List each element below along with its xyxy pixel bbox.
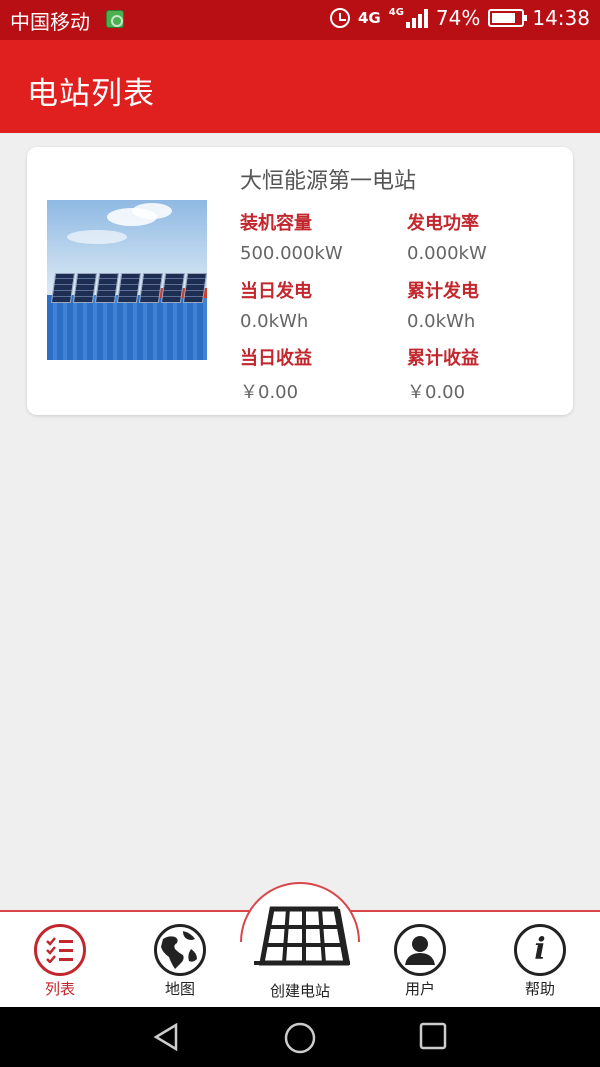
info-icon: i xyxy=(514,924,566,976)
power-label: 发电功率 xyxy=(407,213,479,234)
installed-capacity-label: 装机容量 xyxy=(240,213,312,234)
nav-help[interactable]: i 帮助 xyxy=(500,924,580,999)
nav-user-label: 用户 xyxy=(404,980,435,998)
system-nav-bar xyxy=(0,1007,600,1067)
back-icon[interactable] xyxy=(150,1021,182,1053)
battery-icon xyxy=(488,9,528,27)
app-bar: 电站列表 xyxy=(0,40,600,133)
station-thumbnail xyxy=(47,200,207,360)
page-title: 电站列表 xyxy=(27,76,155,112)
nav-help-label: 帮助 xyxy=(524,980,555,998)
daily-generation-label: 当日发电 xyxy=(240,281,312,302)
network-type-small: 4G xyxy=(388,7,404,18)
total-generation-value: 0.0kWh xyxy=(407,311,476,332)
nav-user[interactable]: 用户 xyxy=(380,924,460,999)
solar-panel-icon xyxy=(254,906,350,966)
clock: 14:38 xyxy=(532,6,590,30)
status-indicators: 4G 4G 74% 14:38 xyxy=(329,6,590,30)
total-generation-label: 累计发电 xyxy=(407,281,479,302)
signal-icon: 4G xyxy=(389,8,428,28)
nav-create-station[interactable]: 创建电站 xyxy=(240,905,360,1000)
nav-map[interactable]: 地图 xyxy=(140,924,220,999)
total-income-value: ￥0.00 xyxy=(407,382,466,403)
daily-generation-value: 0.0kWh xyxy=(240,311,309,332)
nav-create-station-label: 创建电站 xyxy=(269,982,330,1000)
notification-app-icon xyxy=(106,10,124,28)
total-income-label: 累计收益 xyxy=(407,348,479,369)
battery-percent: 74% xyxy=(435,6,481,30)
status-bar: 中国移动 4G 4G 74% 14:38 xyxy=(0,0,600,40)
station-card[interactable]: 大恒能源第一电站 装机容量 发电功率 500.000kW 0.000kW 当日发… xyxy=(27,147,573,415)
nav-map-label: 地图 xyxy=(164,980,195,998)
installed-capacity-value: 500.000kW xyxy=(240,243,343,264)
home-icon[interactable] xyxy=(283,1021,317,1055)
network-type: 4G xyxy=(357,8,381,27)
power-value: 0.000kW xyxy=(407,243,487,264)
recent-apps-icon[interactable] xyxy=(418,1021,448,1051)
user-icon xyxy=(394,924,446,976)
alarm-icon xyxy=(329,8,350,28)
station-name: 大恒能源第一电站 xyxy=(240,169,417,194)
carrier-name: 中国移动 xyxy=(10,10,90,34)
daily-income-label: 当日收益 xyxy=(240,348,312,369)
daily-income-value: ￥0.00 xyxy=(240,382,299,403)
globe-icon xyxy=(154,924,206,976)
list-icon xyxy=(34,924,86,976)
nav-list-label: 列表 xyxy=(44,980,75,998)
nav-list[interactable]: 列表 xyxy=(20,924,100,999)
